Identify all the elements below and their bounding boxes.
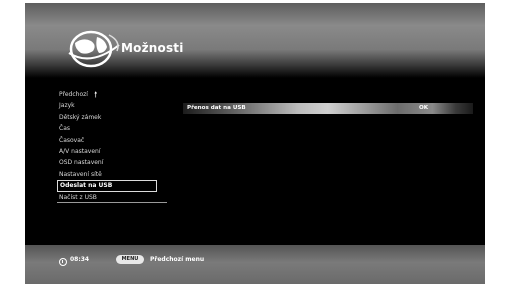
menu-item-parental-lock[interactable]: Dětský zámek (57, 112, 167, 123)
page-title: Možnosti (121, 41, 184, 55)
menu-item-label: OSD nastavení (59, 159, 104, 167)
menu-item-label: Odeslat na USB (60, 182, 113, 190)
menu-item-label: Dětský zámek (59, 113, 102, 121)
menu-item-network-settings[interactable]: Nastavení sítě (57, 169, 167, 180)
menu-item-send-to-usb[interactable]: Odeslat na USB (57, 180, 157, 192)
menu-item-back[interactable]: Předchozí 🠕 (57, 89, 167, 100)
usb-transfer-option-row[interactable]: Přenos dat na USB OK (183, 103, 473, 114)
menu-item-label: A/V nastavení (59, 147, 101, 155)
menu-item-time[interactable]: Čas (57, 123, 167, 134)
option-ok-value[interactable]: OK (419, 103, 428, 114)
tv-screen: Možnosti Předchozí 🠕 Jazyk Dětský zámek Č… (25, 3, 485, 284)
menu-item-label: Předchozí (59, 91, 88, 98)
up-arrow-icon: 🠕 (93, 90, 98, 99)
clock-time: 08:34 (70, 256, 90, 263)
previous-menu-hint: Předchozí menu (150, 256, 205, 263)
clock-icon (59, 258, 67, 266)
menu-item-language[interactable]: Jazyk (57, 100, 167, 111)
menu-item-label: Jazyk (59, 102, 75, 110)
footer-bar: 08:34 MENU Předchozí menu (25, 245, 485, 284)
menu-item-label: Časovač (59, 136, 85, 144)
menu-key-badge: MENU (116, 255, 144, 264)
menu-item-label: Čas (59, 125, 70, 133)
option-label: Přenos dat na USB (187, 105, 246, 111)
menu-item-load-from-usb[interactable]: Načíst z USB (57, 192, 167, 203)
globe-logo-icon (68, 30, 120, 68)
menu-item-label: Načíst z USB (59, 193, 97, 201)
menu-item-timer[interactable]: Časovač (57, 135, 167, 146)
menu-item-osd-settings[interactable]: OSD nastavení (57, 157, 167, 168)
header-bar: Možnosti (25, 3, 485, 78)
options-menu: Předchozí 🠕 Jazyk Dětský zámek Čas Časova… (57, 89, 167, 203)
menu-item-av-settings[interactable]: A/V nastavení (57, 146, 167, 157)
menu-item-label: Nastavení sítě (59, 170, 102, 178)
